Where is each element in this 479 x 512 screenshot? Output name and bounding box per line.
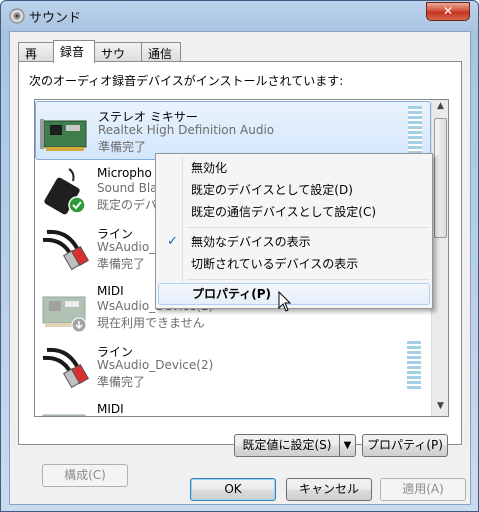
menu-item-label: 無効化 <box>191 161 228 175</box>
microphone-icon <box>44 168 86 215</box>
menu-item-set-default-device[interactable]: 既定のデバイスとして設定(D) <box>158 179 430 201</box>
device-item-midi-2[interactable]: MIDI <box>35 396 431 416</box>
window-title: サウンド <box>29 11 82 26</box>
device-description: WsAudio_ <box>97 240 156 254</box>
scroll-thumb[interactable] <box>434 118 447 238</box>
sound-card-icon <box>42 414 86 416</box>
apply-button[interactable]: 適用(A) <box>380 478 466 501</box>
device-status: 現在利用できません <box>97 316 205 330</box>
device-status: 準備完了 <box>97 257 146 271</box>
configure-button[interactable]: 構成(C) <box>42 464 128 487</box>
menu-item-set-default-comm-device[interactable]: 既定の通信デバイスとして設定(C) <box>158 201 430 223</box>
tab-recording[interactable]: 録音 <box>53 40 95 63</box>
instruction-text: 次のオーディオ録音デバイスがインストールされています: <box>29 74 344 88</box>
properties-button[interactable]: プロパティ(P) <box>362 434 448 457</box>
menu-item-label: 既定のデバイスとして設定(D) <box>191 183 353 197</box>
title-bar[interactable]: サウンド ✕ <box>1 1 478 31</box>
chevron-down-icon[interactable]: ▼ <box>339 435 355 456</box>
menu-separator <box>186 227 430 228</box>
context-menu: 無効化 既定のデバイスとして設定(D) 既定の通信デバイスとして設定(C) ✓ … <box>155 153 433 309</box>
tab-sounds[interactable]: サウンド <box>94 42 142 78</box>
menu-item-label: プロパティ(P) <box>192 287 272 301</box>
device-name: Micropho <box>97 166 152 180</box>
close-icon: ✕ <box>442 4 454 18</box>
scroll-up-icon[interactable]: ▲ <box>434 101 447 115</box>
device-list-scrollbar[interactable]: ▲ ▼ <box>431 100 448 416</box>
device-item-stereo-mixer[interactable]: ステレオ ミキサー Realtek High Definition Audio … <box>35 101 431 160</box>
line-in-cable-icon <box>42 229 89 271</box>
menu-item-disable[interactable]: 無効化 <box>158 157 430 179</box>
sound-card-icon <box>40 119 87 151</box>
menu-separator <box>186 279 430 280</box>
checkmark-icon: ✓ <box>167 234 178 249</box>
device-status: 準備完了 <box>97 375 146 389</box>
tab-communications[interactable]: 通信 <box>141 42 181 62</box>
menu-item-properties[interactable]: プロパティ(P) <box>158 283 430 305</box>
scroll-down-icon[interactable]: ▼ <box>434 401 447 415</box>
device-item-line-in-2[interactable]: ライン WsAudio_Device(2) 準備完了 <box>35 337 431 396</box>
device-status: 既定のデバ <box>97 198 158 212</box>
device-status: 準備完了 <box>98 140 147 154</box>
device-name: MIDI <box>97 284 124 298</box>
menu-item-label: 切断されているデバイスの表示 <box>191 257 359 271</box>
ok-button[interactable]: OK <box>190 478 276 501</box>
menu-item-show-disconnected-devices[interactable]: 切断されているデバイスの表示 <box>158 253 430 275</box>
device-description: Realtek High Definition Audio <box>98 123 275 137</box>
level-meter <box>407 341 421 391</box>
tab-playback[interactable]: 再生 <box>18 42 54 78</box>
set-default-label: 既定値に設定(S) <box>242 438 332 452</box>
device-description: Sound Bla <box>97 181 158 195</box>
set-default-button[interactable]: 既定値に設定(S) ▼ <box>234 434 356 457</box>
device-name: MIDI <box>97 402 124 416</box>
speaker-icon <box>9 8 25 24</box>
line-in-cable-icon <box>42 347 89 389</box>
device-description: WsAudio_Device(2) <box>97 358 214 372</box>
menu-item-label: 既定の通信デバイスとして設定(C) <box>191 205 377 219</box>
sound-dialog-window: サウンド ✕ 再生 録音 サウンド 通信 次のオーディオ録音デバイスがインストー… <box>0 0 479 512</box>
level-meter <box>408 106 422 156</box>
close-button[interactable]: ✕ <box>426 2 470 21</box>
menu-item-show-disabled-devices[interactable]: ✓ 無効なデバイスの表示 <box>158 231 430 253</box>
cancel-button[interactable]: キャンセル <box>286 478 372 501</box>
mouse-cursor-icon <box>278 291 292 312</box>
sound-card-icon <box>42 296 87 333</box>
menu-item-label: 無効なデバイスの表示 <box>191 235 311 249</box>
